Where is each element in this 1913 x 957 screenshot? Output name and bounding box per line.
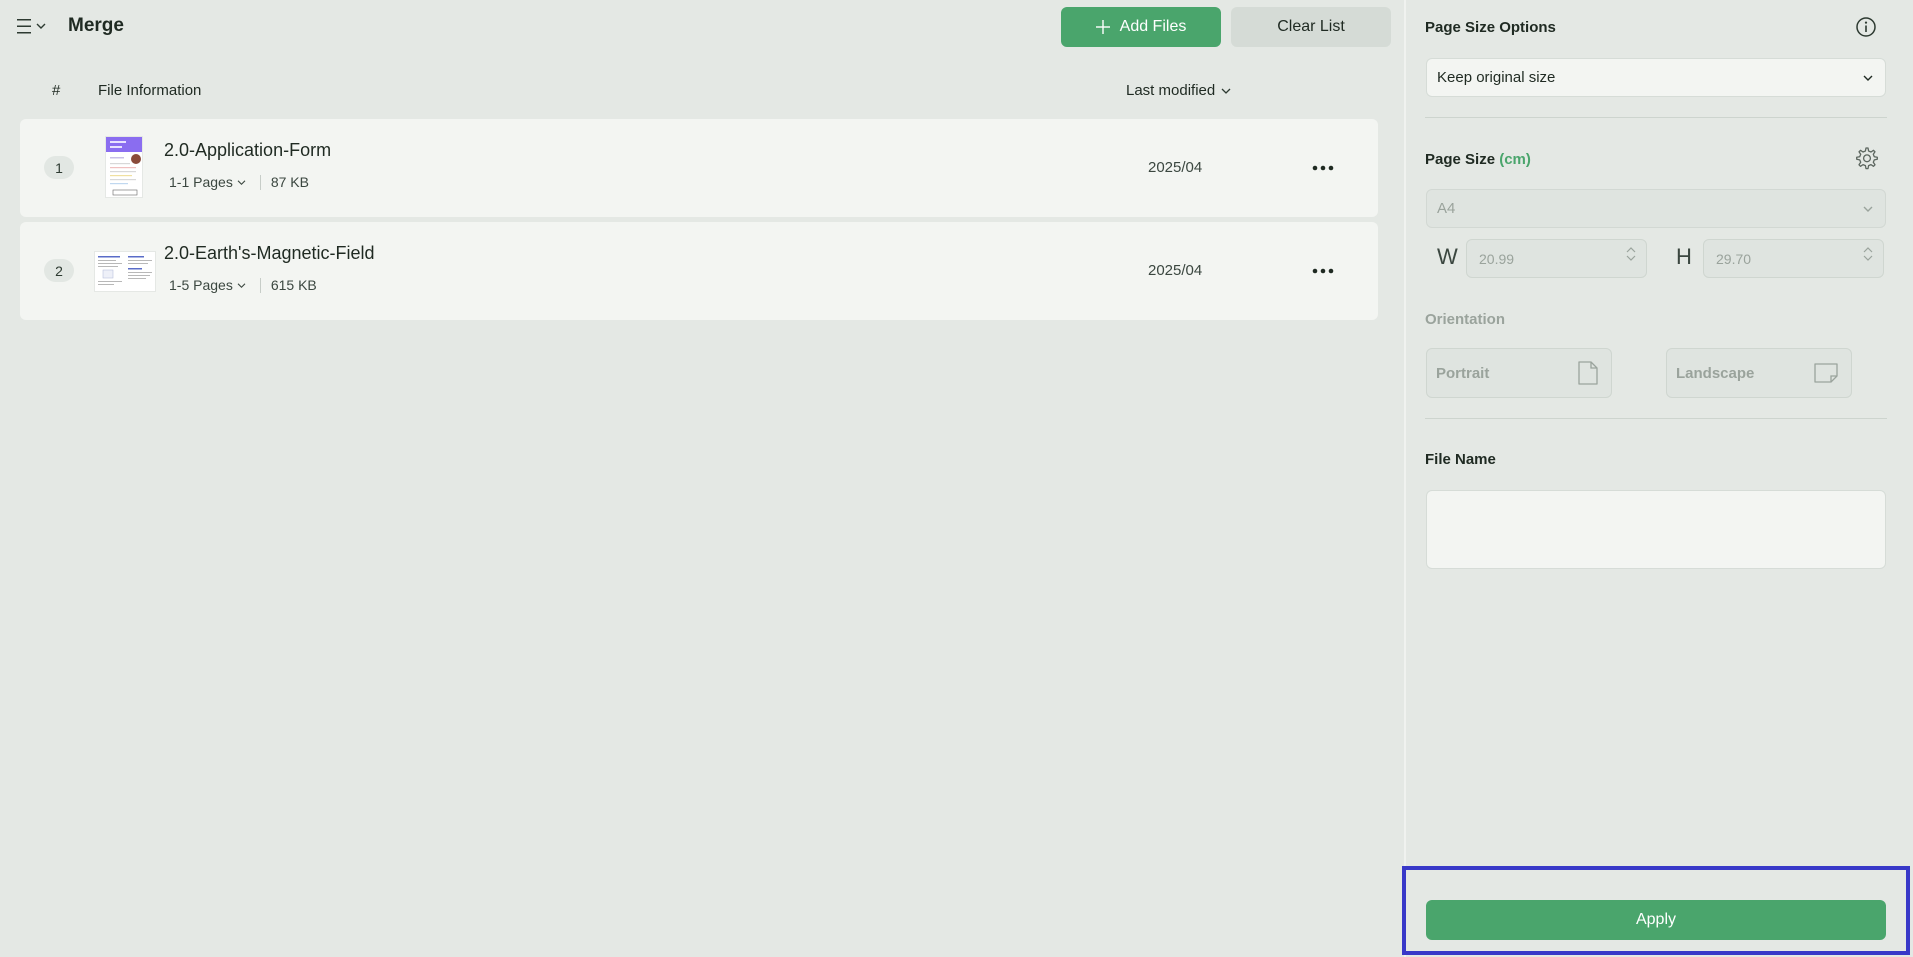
merge-window: Merge Add Files Clear List # File Inform…: [0, 0, 1913, 957]
file-thumbnail: [105, 136, 143, 198]
portrait-page-icon: [1578, 361, 1598, 385]
paper-size-select: A4: [1426, 189, 1886, 228]
page-size-options-title: Page Size Options: [1425, 19, 1556, 36]
sort-last-modified[interactable]: Last modified: [1126, 82, 1231, 99]
last-modified-value: 2025/04: [1148, 262, 1203, 279]
gear-icon: [1856, 147, 1878, 170]
info-icon[interactable]: [1855, 16, 1877, 43]
portrait-option[interactable]: Portrait: [1426, 348, 1612, 398]
chevron-down-icon: [1626, 255, 1636, 261]
sort-label: Last modified: [1126, 82, 1216, 99]
portrait-label: Portrait: [1436, 364, 1490, 382]
column-file-information: File Information: [98, 82, 202, 99]
document-preview-icon: [95, 252, 155, 291]
file-name-title: File Name: [1425, 451, 1496, 468]
info-circle-icon: [1856, 17, 1876, 37]
chevron-down-icon: [36, 23, 46, 29]
file-row[interactable]: 1 2.0-Application-Form 1-1 Pages 87 KB 2…: [20, 119, 1378, 217]
clear-list-button[interactable]: Clear List: [1231, 7, 1391, 47]
file-meta: 1-1 Pages 87 KB: [169, 174, 309, 190]
file-thumbnail: [94, 251, 156, 292]
list-header: # File Information Last modified: [0, 78, 1404, 106]
page-size-option-value: Keep original size: [1437, 69, 1556, 86]
height-label: H: [1676, 244, 1692, 269]
page-range-dropdown[interactable]: 1-1 Pages: [169, 174, 246, 190]
chevron-down-icon: [1863, 75, 1873, 81]
landscape-page-icon: [1814, 363, 1838, 383]
page-size-option-select[interactable]: Keep original size: [1426, 58, 1886, 97]
settings-panel: Page Size Options Keep original size Pag…: [1406, 0, 1913, 957]
row-number-badge: 2: [44, 259, 74, 282]
page-size-unit: (cm): [1499, 151, 1531, 168]
chevron-down-icon: [237, 282, 246, 288]
section-divider: [1425, 418, 1887, 419]
column-number: #: [52, 82, 61, 99]
more-horizontal-icon: [1312, 165, 1334, 171]
page-size-title: Page Size (cm): [1425, 151, 1531, 168]
height-input: 29.70: [1703, 239, 1884, 278]
file-size: 87 KB: [270, 174, 309, 190]
meta-divider: [259, 174, 261, 190]
hamburger-icon: [17, 19, 31, 34]
document-preview-icon: [106, 137, 142, 197]
orientation-title: Orientation: [1425, 311, 1506, 328]
file-size: 615 KB: [270, 277, 317, 293]
width-input: 20.99: [1466, 239, 1647, 278]
page-range-label: 1-1 Pages: [169, 174, 233, 190]
chevron-down-icon: [1863, 255, 1873, 261]
chevron-down-icon: [1863, 206, 1873, 212]
chevron-up-icon: [1863, 247, 1873, 253]
menu-button[interactable]: [16, 14, 52, 38]
file-name: 2.0-Application-Form: [164, 140, 332, 160]
chevron-up-icon: [1626, 247, 1636, 253]
file-name: 2.0-Earth's-Magnetic-Field: [164, 243, 375, 263]
add-files-label: Add Files: [1119, 18, 1187, 35]
width-value: 20.99: [1479, 250, 1515, 267]
meta-divider: [259, 277, 261, 293]
clear-list-label: Clear List: [1277, 18, 1345, 35]
more-horizontal-icon: [1312, 268, 1334, 274]
width-stepper: [1626, 246, 1636, 262]
landscape-label: Landscape: [1676, 364, 1755, 382]
file-row[interactable]: 2 2.0-Earth's-Magnetic-Field 1-5 Pages 6…: [20, 222, 1378, 320]
width-label: W: [1437, 244, 1458, 269]
apply-label: Apply: [1635, 911, 1677, 928]
top-bar: Merge Add Files Clear List: [0, 0, 1404, 54]
more-options-button[interactable]: [1308, 256, 1338, 286]
last-modified-value: 2025/04: [1148, 159, 1203, 176]
chevron-down-icon: [237, 179, 246, 185]
page-range-dropdown[interactable]: 1-5 Pages: [169, 277, 246, 293]
add-files-button[interactable]: Add Files: [1061, 7, 1221, 47]
page-range-label: 1-5 Pages: [169, 277, 233, 293]
page-title: Merge: [68, 15, 124, 36]
chevron-down-icon: [1221, 88, 1231, 94]
paper-size-value: A4: [1437, 200, 1456, 217]
main-area: Merge Add Files Clear List # File Inform…: [0, 0, 1404, 957]
page-size-settings-button[interactable]: [1853, 145, 1879, 176]
file-meta: 1-5 Pages 615 KB: [169, 277, 317, 293]
apply-button[interactable]: Apply: [1426, 900, 1886, 940]
plus-icon: [1095, 20, 1110, 34]
file-name-input[interactable]: [1426, 490, 1886, 569]
section-divider: [1425, 117, 1887, 118]
height-value: 29.70: [1716, 250, 1752, 267]
landscape-option[interactable]: Landscape: [1666, 348, 1852, 398]
row-number-badge: 1: [44, 156, 74, 179]
height-stepper: [1863, 246, 1873, 262]
more-options-button[interactable]: [1308, 153, 1338, 183]
page-size-label: Page Size: [1425, 151, 1496, 168]
